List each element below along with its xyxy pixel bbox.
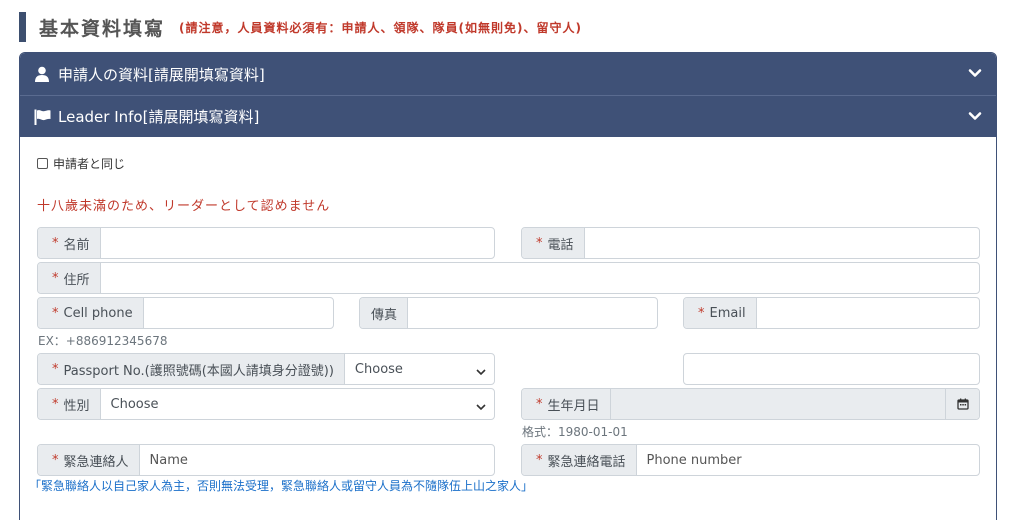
birthday-group: * 生年月日 [521,388,980,420]
email-label: * Email [684,298,757,328]
emergency-contact-note: 「緊急聯絡人以自己家人為主，否則無法受理，緊急聯絡人或留守人員為不隨隊伍上山之家… [29,479,534,493]
required-note: (請注意，人員資料必須有：申請人、領隊、隊員(如無則免)、留守人) [179,20,582,35]
gender-label: * 性別 [38,389,101,419]
email-group: * Email [683,297,980,329]
leader-panel-title: Leader Info[請展開填寫資料] [58,108,260,126]
phone-input[interactable] [585,228,979,258]
flag-icon [34,108,52,126]
user-icon [34,65,52,83]
cell-phone-group: * Cell phone [37,297,334,329]
cell-phone-example: EX：+886912345678 [38,334,168,348]
section-title: 基本資料填寫 (請注意，人員資料必須有：申請人、領隊、隊員(如無則免)、留守人) [19,12,582,42]
chevron-down-icon[interactable] [968,109,982,123]
fax-group: 傳真 [359,297,658,329]
chevron-down-icon[interactable] [968,66,982,80]
leader-panel-header[interactable]: Leader Info[請展開填寫資料] [20,95,996,137]
fax-input[interactable] [408,298,657,328]
applicant-panel-header[interactable]: 申請人の資料[請展開填寫資料] [20,53,996,95]
emergency-phone-group: * 緊急連絡電話 Phone number [521,444,980,476]
passport-type-select[interactable]: Choose [345,354,494,384]
phone-group: * 電話 [521,227,980,259]
cell-phone-input[interactable] [144,298,333,328]
passport-number-input[interactable] [683,353,980,385]
emergency-contact-label: * 緊急連絡人 [38,445,140,475]
gender-group: * 性別 Choose [37,388,495,420]
birthday-label: * 生年月日 [522,389,611,419]
title-accent-bar [19,12,26,42]
gender-select[interactable]: Choose [101,389,494,419]
applicant-panel-title: 申請人の資料[請展開填寫資料] [58,65,265,84]
age-warning: 十八歲未滿のため、リーダーとして認めません [37,199,331,214]
phone-label: * 電話 [522,228,585,258]
address-input[interactable] [101,263,979,293]
email-input[interactable] [757,298,979,328]
passport-label: * Passport No.(護照號碼(本國人請填身分證號)) [38,354,345,384]
same-as-applicant[interactable]: 申請者と同じ [37,155,125,172]
birthday-input[interactable] [610,389,945,419]
chevron-down-icon [476,400,486,411]
name-input[interactable] [101,228,494,258]
fax-label: 傳真 [360,298,409,328]
birthday-format-hint: 格式：1980-01-01 [522,425,628,439]
name-group: * 名前 [37,227,495,259]
leader-form-card: 申請人の資料[請展開填寫資料] Leader Info[請展開填寫資料] 申請者… [19,52,997,520]
emergency-phone-label: * 緊急連絡電話 [522,445,637,475]
emergency-phone-input[interactable]: Phone number [637,445,979,475]
name-label: * 名前 [38,228,101,258]
page-title: 基本資料填寫 [39,17,166,40]
address-label: * 住所 [38,263,101,293]
passport-group: * Passport No.(護照號碼(本國人請填身分證號)) Choose [37,353,495,385]
same-as-applicant-checkbox[interactable] [37,158,48,169]
leader-form-body: 申請者と同じ 十八歲未滿のため、リーダーとして認めません * 名前 * 電話 * 住所… [20,137,996,517]
address-group: * 住所 [37,262,980,294]
emergency-contact-group: * 緊急連絡人 Name [37,444,495,476]
same-as-applicant-label: 申請者と同じ [53,157,126,171]
calendar-icon[interactable] [945,389,979,419]
emergency-contact-input[interactable]: Name [140,445,494,475]
cell-phone-label: * Cell phone [38,298,144,328]
chevron-down-icon [476,365,486,376]
